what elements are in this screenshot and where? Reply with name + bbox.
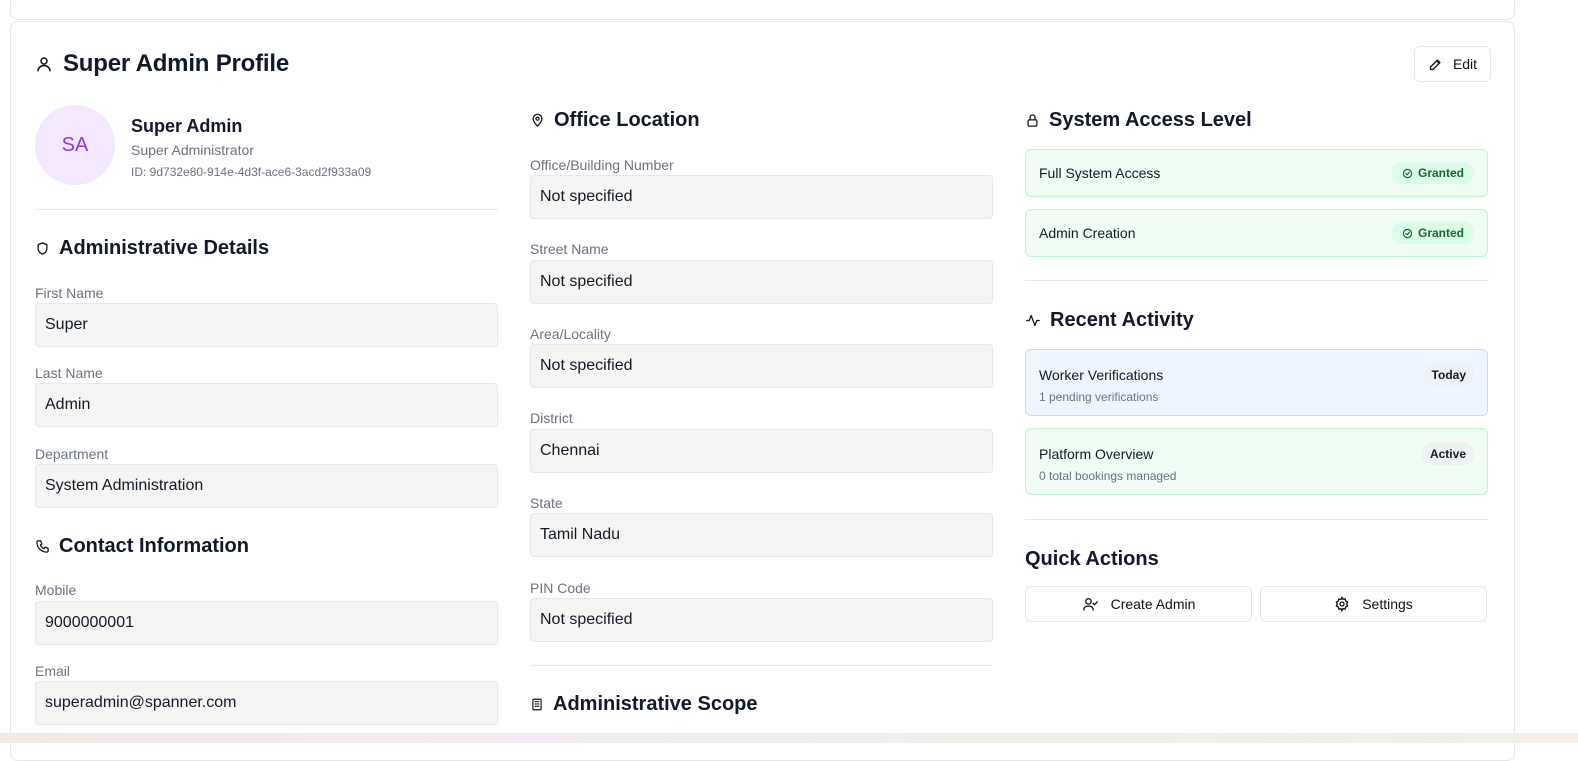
admin-details-title: Administrative Details <box>59 237 270 259</box>
email-label: Email <box>35 663 71 679</box>
state-field[interactable]: Tamil Nadu <box>530 513 993 557</box>
status-badge: Granted <box>1391 162 1474 184</box>
activity-item-platform-overview[interactable]: Platform Overview 0 total bookings manag… <box>1025 428 1488 495</box>
page-header: Super Admin Profile <box>35 50 289 78</box>
status-badge: Granted <box>1391 222 1474 244</box>
access-item-full-system: Full System Access Granted <box>1025 149 1488 197</box>
email-field[interactable]: superadmin@spanner.com <box>35 681 498 725</box>
shield-icon <box>35 241 50 256</box>
first-name-field[interactable]: Super <box>35 303 498 347</box>
area-locality-field[interactable]: Not specified <box>530 344 993 388</box>
previous-card <box>10 0 1515 20</box>
activity-title: Platform Overview <box>1039 446 1154 462</box>
building-icon <box>530 697 544 712</box>
area-locality-label: Area/Locality <box>530 326 611 342</box>
settings-label: Settings <box>1362 596 1413 612</box>
create-admin-button[interactable]: Create Admin <box>1025 586 1252 622</box>
last-name-field[interactable]: Admin <box>35 383 498 427</box>
create-admin-label: Create Admin <box>1110 596 1196 612</box>
contact-title: Contact Information <box>59 535 249 557</box>
divider <box>1025 280 1488 281</box>
district-field[interactable]: Chennai <box>530 429 993 473</box>
edit-button[interactable]: Edit <box>1414 46 1491 82</box>
status-badge-label: Granted <box>1417 166 1464 180</box>
system-access-title: System Access Level <box>1049 109 1252 131</box>
office-location-title: Office Location <box>554 109 700 131</box>
quick-actions-heading: Quick Actions <box>1025 548 1159 571</box>
activity-badge: Today <box>1423 364 1474 386</box>
page-title: Super Admin Profile <box>63 50 290 77</box>
avatar: SA <box>35 105 115 185</box>
administrative-scope-heading: Administrative Scope <box>530 693 758 716</box>
recent-activity-heading: Recent Activity <box>1025 309 1194 332</box>
mobile-label: Mobile <box>35 582 77 598</box>
edit-button-label: Edit <box>1452 56 1478 72</box>
first-name-label: First Name <box>35 285 104 301</box>
gear-icon <box>1334 596 1350 612</box>
check-circle-icon <box>1402 168 1413 179</box>
admin-details-heading: Administrative Details <box>35 237 269 260</box>
department-label: Department <box>35 446 109 462</box>
mobile-field[interactable]: 9000000001 <box>35 601 498 645</box>
access-item-label: Full System Access <box>1039 165 1161 181</box>
system-access-heading: System Access Level <box>1025 109 1252 132</box>
profile-name: Super Admin <box>131 116 243 136</box>
phone-icon <box>35 539 50 554</box>
activity-badge: Active <box>1421 443 1474 465</box>
activity-subtitle: 0 total bookings managed <box>1039 469 1177 483</box>
contact-heading: Contact Information <box>35 535 249 558</box>
recent-activity-title: Recent Activity <box>1050 309 1194 331</box>
street-name-field[interactable]: Not specified <box>530 260 993 304</box>
office-location-heading: Office Location <box>530 109 700 132</box>
activity-title: Worker Verifications <box>1039 367 1164 383</box>
map-pin-icon <box>530 113 545 128</box>
office-number-label: Office/Building Number <box>530 157 674 173</box>
pin-code-label: PIN Code <box>530 580 591 596</box>
divider <box>530 665 993 666</box>
district-label: District <box>530 410 573 426</box>
department-field[interactable]: System Administration <box>35 464 498 508</box>
bottom-strip <box>0 733 1578 743</box>
access-item-admin-creation: Admin Creation Granted <box>1025 209 1488 257</box>
divider <box>35 209 498 210</box>
profile-role: Super Administrator <box>131 142 254 158</box>
administrative-scope-title: Administrative Scope <box>553 693 758 715</box>
activity-item-worker-verifications[interactable]: Worker Verifications 1 pending verificat… <box>1025 349 1488 416</box>
profile-id: ID: 9d732e80-914e-4d3f-ace6-3acd2f933a09 <box>131 165 372 179</box>
last-name-label: Last Name <box>35 365 103 381</box>
pencil-icon <box>1428 57 1443 72</box>
user-plus-icon <box>1082 596 1099 612</box>
street-name-label: Street Name <box>530 241 609 257</box>
check-circle-icon <box>1402 228 1413 239</box>
pin-code-field[interactable]: Not specified <box>530 598 993 642</box>
activity-subtitle: 1 pending verifications <box>1039 390 1159 404</box>
settings-button[interactable]: Settings <box>1260 586 1487 622</box>
quick-actions-title: Quick Actions <box>1025 548 1159 570</box>
access-item-label: Admin Creation <box>1039 225 1136 241</box>
activity-icon <box>1025 313 1041 328</box>
divider <box>1025 519 1488 520</box>
state-label: State <box>530 495 563 511</box>
user-icon <box>35 55 53 73</box>
lock-icon <box>1025 113 1040 128</box>
status-badge-label: Granted <box>1417 226 1464 240</box>
office-number-field[interactable]: Not specified <box>530 175 993 219</box>
